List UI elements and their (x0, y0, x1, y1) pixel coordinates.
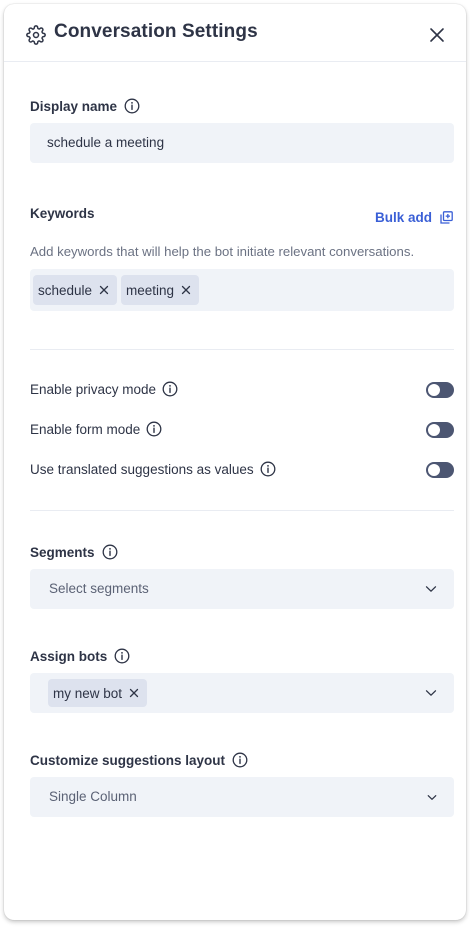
close-icon[interactable] (428, 26, 446, 44)
assign-bots-select[interactable]: my new bot (30, 673, 454, 713)
suggestions-layout-label: Customize suggestions layout (30, 752, 248, 768)
translated-suggestions-toggle[interactable] (426, 462, 454, 478)
panel-title: Conversation Settings (54, 21, 258, 42)
display-name-value: schedule a meeting (47, 135, 165, 150)
translated-suggestions-row: Use translated suggestions as values (30, 460, 454, 480)
assign-bots-label: Assign bots (30, 648, 130, 664)
display-name-label: Display name (30, 98, 140, 114)
info-icon[interactable] (102, 544, 118, 560)
info-icon[interactable] (232, 752, 248, 768)
remove-chip-icon[interactable] (181, 285, 191, 295)
privacy-mode-toggle[interactable] (426, 382, 454, 398)
keywords-helper-text: Add keywords that will help the bot init… (30, 244, 415, 259)
suggestions-layout-value: Single Column (49, 789, 137, 804)
remove-chip-icon[interactable] (129, 688, 139, 698)
bot-chip: my new bot (48, 679, 148, 707)
form-mode-row: Enable form mode (30, 420, 454, 440)
bulk-add-button[interactable]: Bulk add (375, 210, 453, 225)
info-icon[interactable] (114, 648, 130, 664)
chevron-down-icon (425, 586, 437, 592)
gear-icon (26, 25, 46, 45)
chevron-down-icon (427, 795, 437, 800)
divider (30, 510, 454, 511)
conversation-settings-panel: Conversation Settings Display name sched… (4, 4, 466, 920)
divider (30, 349, 454, 350)
info-icon[interactable] (260, 461, 276, 477)
segments-label: Segments (30, 544, 118, 560)
copy-add-icon (440, 211, 453, 224)
privacy-mode-row: Enable privacy mode (30, 380, 454, 400)
form-mode-label: Enable form mode (30, 421, 141, 437)
translated-suggestions-label: Use translated suggestions as values (30, 461, 254, 477)
privacy-mode-label: Enable privacy mode (30, 381, 157, 397)
info-icon[interactable] (146, 421, 162, 437)
keyword-chip: meeting (121, 275, 200, 305)
form-mode-toggle[interactable] (426, 422, 454, 438)
keyword-chip: schedule (33, 275, 118, 305)
suggestions-layout-select[interactable]: Single Column (30, 777, 454, 817)
keywords-label: Keywords (30, 206, 95, 221)
remove-chip-icon[interactable] (99, 285, 109, 295)
segments-select[interactable]: Select segments (30, 569, 454, 609)
panel-header: Conversation Settings (4, 4, 466, 62)
info-icon[interactable] (124, 98, 140, 114)
segments-placeholder: Select segments (49, 581, 149, 596)
info-icon[interactable] (162, 381, 178, 397)
chevron-down-icon (425, 690, 437, 696)
display-name-input[interactable]: schedule a meeting (30, 123, 454, 163)
keywords-input[interactable]: schedule meeting (30, 269, 454, 311)
